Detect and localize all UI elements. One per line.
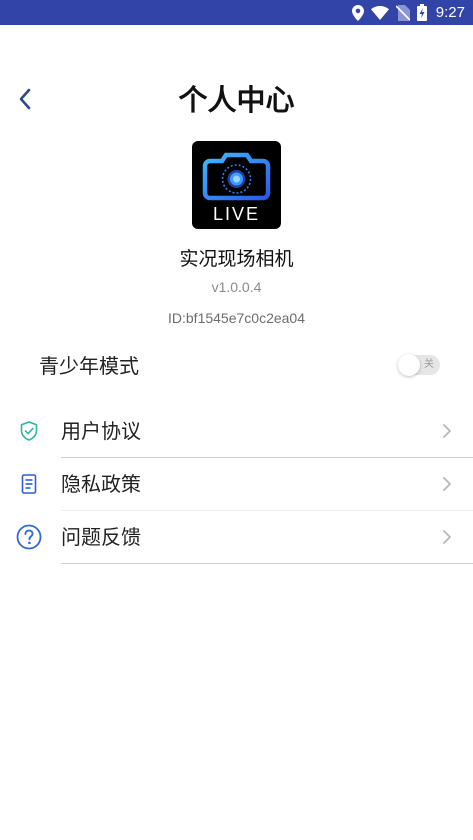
app-name: 实况现场相机 xyxy=(179,248,294,270)
app-logo-label: LIVE xyxy=(212,204,261,224)
question-circle-icon xyxy=(16,524,42,550)
chevron-right-icon xyxy=(440,476,452,492)
shield-check-icon xyxy=(16,418,42,444)
youth-mode-toggle[interactable]: 关 xyxy=(398,354,440,376)
wifi-icon xyxy=(370,5,389,20)
app-logo: LIVE xyxy=(192,141,281,229)
status-time: 9:27 xyxy=(435,4,465,21)
camera-icon xyxy=(202,152,271,201)
chevron-right-icon xyxy=(440,423,452,439)
settings-menu: 用户协议 隐私政策 问题反馈 xyxy=(0,405,473,564)
battery-charging-icon xyxy=(416,4,427,21)
page-title: 个人中心 xyxy=(178,83,295,117)
menu-item-user-agreement[interactable]: 用户协议 xyxy=(0,405,473,458)
youth-mode-row: 青少年模式 关 xyxy=(0,346,473,386)
status-icons: 9:27 xyxy=(351,0,465,25)
no-sim-icon xyxy=(395,4,410,21)
menu-item-label: 问题反馈 xyxy=(61,525,141,549)
menu-item-feedback[interactable]: 问题反馈 xyxy=(0,511,473,564)
chevron-right-icon xyxy=(440,529,452,545)
youth-mode-label: 青少年模式 xyxy=(39,354,139,378)
location-icon xyxy=(351,4,364,21)
status-bar: 9:27 xyxy=(0,0,473,25)
menu-item-label: 用户协议 xyxy=(61,419,141,443)
divider xyxy=(61,563,473,564)
toggle-knob xyxy=(398,354,420,376)
menu-item-label: 隐私政策 xyxy=(61,472,141,496)
document-icon xyxy=(16,471,42,497)
toggle-state-text: 关 xyxy=(424,359,434,370)
menu-item-privacy-policy[interactable]: 隐私政策 xyxy=(0,458,473,511)
device-id: ID:bf1545e7c0c2ea04 xyxy=(168,310,305,326)
app-version: v1.0.0.4 xyxy=(211,279,262,295)
